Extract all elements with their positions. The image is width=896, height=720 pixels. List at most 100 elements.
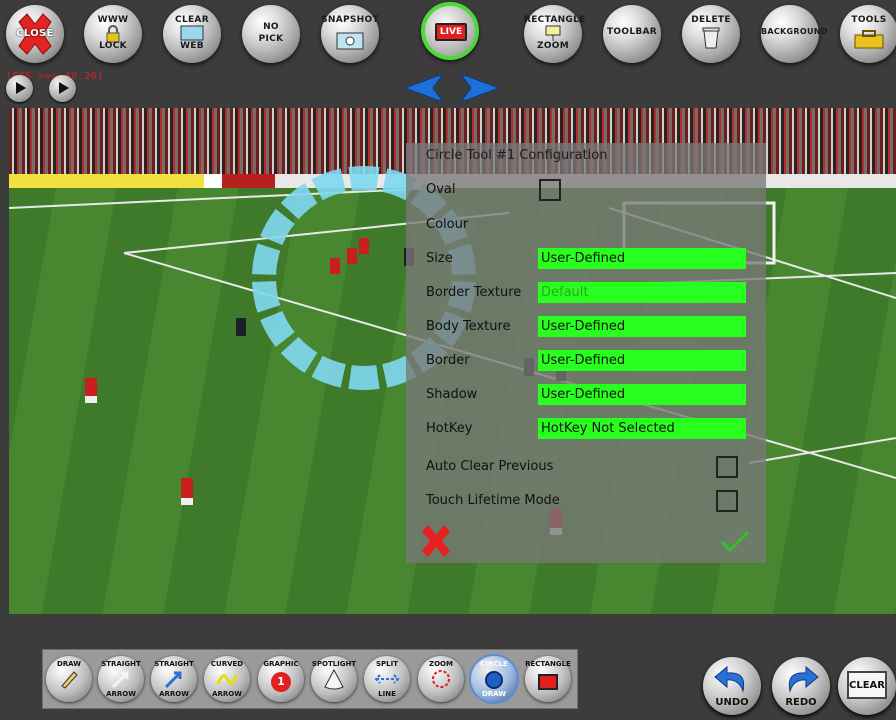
zoom-tool[interactable]: ZOOM: [418, 656, 464, 702]
straight-arrow-icon: [111, 671, 129, 689]
trash-icon: [702, 27, 720, 49]
circle-segment: [280, 183, 318, 220]
play-button[interactable]: [6, 75, 33, 102]
rectangle-zoom-icon: [545, 25, 561, 41]
tools-label: TOOLS: [851, 15, 887, 25]
camera-icon: [336, 32, 364, 50]
circle-segment: [311, 168, 346, 201]
snapshot-button[interactable]: SNAPSHOT: [321, 5, 379, 63]
oval-label: Oval: [426, 182, 456, 197]
border-label: Border: [426, 353, 470, 368]
circle-segment: [252, 281, 281, 313]
circle-segment: [348, 365, 380, 390]
redo-label: REDO: [785, 697, 817, 708]
graphic-number-icon: 1: [271, 672, 291, 692]
web-icon: [180, 25, 204, 41]
circle-draw-tool[interactable]: CIRCLE DRAW: [471, 656, 517, 702]
border-texture-label: Border Texture: [426, 285, 522, 300]
circle-icon: [485, 671, 503, 689]
auto-clear-checkbox[interactable]: [716, 456, 738, 478]
circle-segment: [260, 209, 295, 246]
clear-web-label-2: WEB: [180, 41, 204, 51]
hotkey-field[interactable]: HotKey Not Selected: [538, 418, 746, 439]
live-label: LIVE: [439, 27, 463, 37]
rectangle-tool[interactable]: RECTANGLE: [525, 656, 571, 702]
circle-segment: [280, 336, 318, 373]
straight-arrow-blue-tool[interactable]: STRAIGHT ARROW: [151, 656, 197, 702]
split-line-label-1: SPLIT: [375, 660, 398, 668]
no-pick-label-1: NO: [263, 22, 279, 32]
live-button[interactable]: LIVE: [421, 2, 479, 60]
panel-title: Circle Tool #1 Configuration: [426, 148, 608, 163]
drawing-tools-bar: DRAW STRAIGHT ARROW STRAIGHT ARROW CURVE…: [42, 649, 578, 709]
auto-clear-label: Auto Clear Previous: [426, 459, 554, 474]
circle-segment: [260, 310, 295, 347]
confirm-check-icon[interactable]: [720, 530, 750, 552]
clear-button[interactable]: CLEAR: [838, 657, 896, 715]
background-button[interactable]: BACKGROUND: [761, 5, 828, 63]
undo-button[interactable]: UNDO: [703, 657, 761, 715]
app-window: CLOSE WWW LOCK CLEAR WEB NO PICK SNAPSHO…: [0, 0, 896, 720]
split-line-tool[interactable]: SPLIT LINE: [364, 656, 410, 702]
rectangle-zoom-button[interactable]: RECTANGLE ZOOM: [524, 5, 586, 63]
straight-arrow-blue-icon: [164, 671, 182, 689]
left-arrow-icon[interactable]: [401, 70, 445, 106]
size-label: Size: [426, 251, 453, 266]
circle-draw-label-1: CIRCLE: [480, 660, 508, 668]
straight-arrow2-label-2: ARROW: [159, 690, 189, 698]
touch-lifetime-checkbox[interactable]: [716, 490, 738, 512]
undo-label: UNDO: [715, 697, 749, 708]
curved-arrow-label-2: ARROW: [212, 690, 242, 698]
border-texture-field[interactable]: Default: [538, 282, 746, 303]
play-next-button[interactable]: [49, 75, 76, 102]
toolbar-label: TOOLBAR: [606, 27, 658, 37]
delete-button[interactable]: DELETE: [682, 5, 740, 63]
clear-web-button[interactable]: CLEAR WEB: [163, 5, 221, 63]
redo-button[interactable]: REDO: [772, 657, 830, 715]
body-texture-label: Body Texture: [426, 319, 511, 334]
live-indicator: LIVE: [435, 23, 467, 41]
draw-tool[interactable]: DRAW: [46, 656, 92, 702]
draw-label: DRAW: [56, 660, 82, 668]
snapshot-label: SNAPSHOT: [321, 15, 379, 25]
split-line-icon: [374, 674, 400, 684]
delete-label: DELETE: [691, 15, 731, 25]
size-field[interactable]: User-Defined: [538, 248, 746, 269]
straight-arrow-tool[interactable]: STRAIGHT ARROW: [98, 656, 144, 702]
graphic-label: GRAPHIC: [263, 660, 299, 668]
toolbox-icon: [854, 30, 884, 49]
pen-icon: [61, 671, 78, 689]
curved-arrow-label-1: CURVED: [210, 660, 244, 668]
close-button[interactable]: CLOSE: [6, 5, 64, 63]
curved-arrow-icon: [216, 673, 238, 686]
www-lock-button[interactable]: WWW LOCK: [84, 5, 142, 63]
straight-arrow-label-1: STRAIGHT: [101, 660, 141, 668]
border-field[interactable]: User-Defined: [538, 350, 746, 371]
clear-web-label-1: CLEAR: [175, 15, 209, 25]
circle-segment: [311, 355, 346, 388]
oval-checkbox[interactable]: [539, 179, 561, 201]
body-texture-field[interactable]: User-Defined: [538, 316, 746, 337]
undo-arrow-icon: [714, 665, 745, 693]
clear-label: CLEAR: [849, 680, 885, 691]
zoom-circle-icon: [432, 670, 450, 688]
spotlight-tool[interactable]: SPOTLIGHT: [311, 656, 357, 702]
toolbar-button[interactable]: TOOLBAR: [603, 5, 661, 63]
no-pick-button[interactable]: NO PICK: [242, 5, 300, 63]
circle-segment: [252, 243, 281, 275]
www-lock-label-2: LOCK: [99, 41, 127, 51]
shadow-field[interactable]: User-Defined: [538, 384, 746, 405]
rectangle-zoom-label-1: RECTANGLE: [524, 15, 586, 25]
rectangle-icon: [538, 674, 558, 690]
graphic-tool[interactable]: GRAPHIC 1: [258, 656, 304, 702]
right-arrow-icon[interactable]: [459, 70, 503, 106]
close-label: CLOSE: [16, 28, 54, 39]
background-label: BACKGROUND: [761, 27, 828, 36]
redo-arrow-icon: [788, 665, 819, 693]
straight-arrow-label-2: ARROW: [106, 690, 136, 698]
cancel-icon[interactable]: [418, 524, 454, 558]
curved-arrow-tool[interactable]: CURVED ARROW: [204, 656, 250, 702]
www-lock-label-1: WWW: [97, 15, 129, 25]
tools-button[interactable]: TOOLS: [840, 5, 896, 63]
colour-label: Colour: [426, 217, 469, 232]
